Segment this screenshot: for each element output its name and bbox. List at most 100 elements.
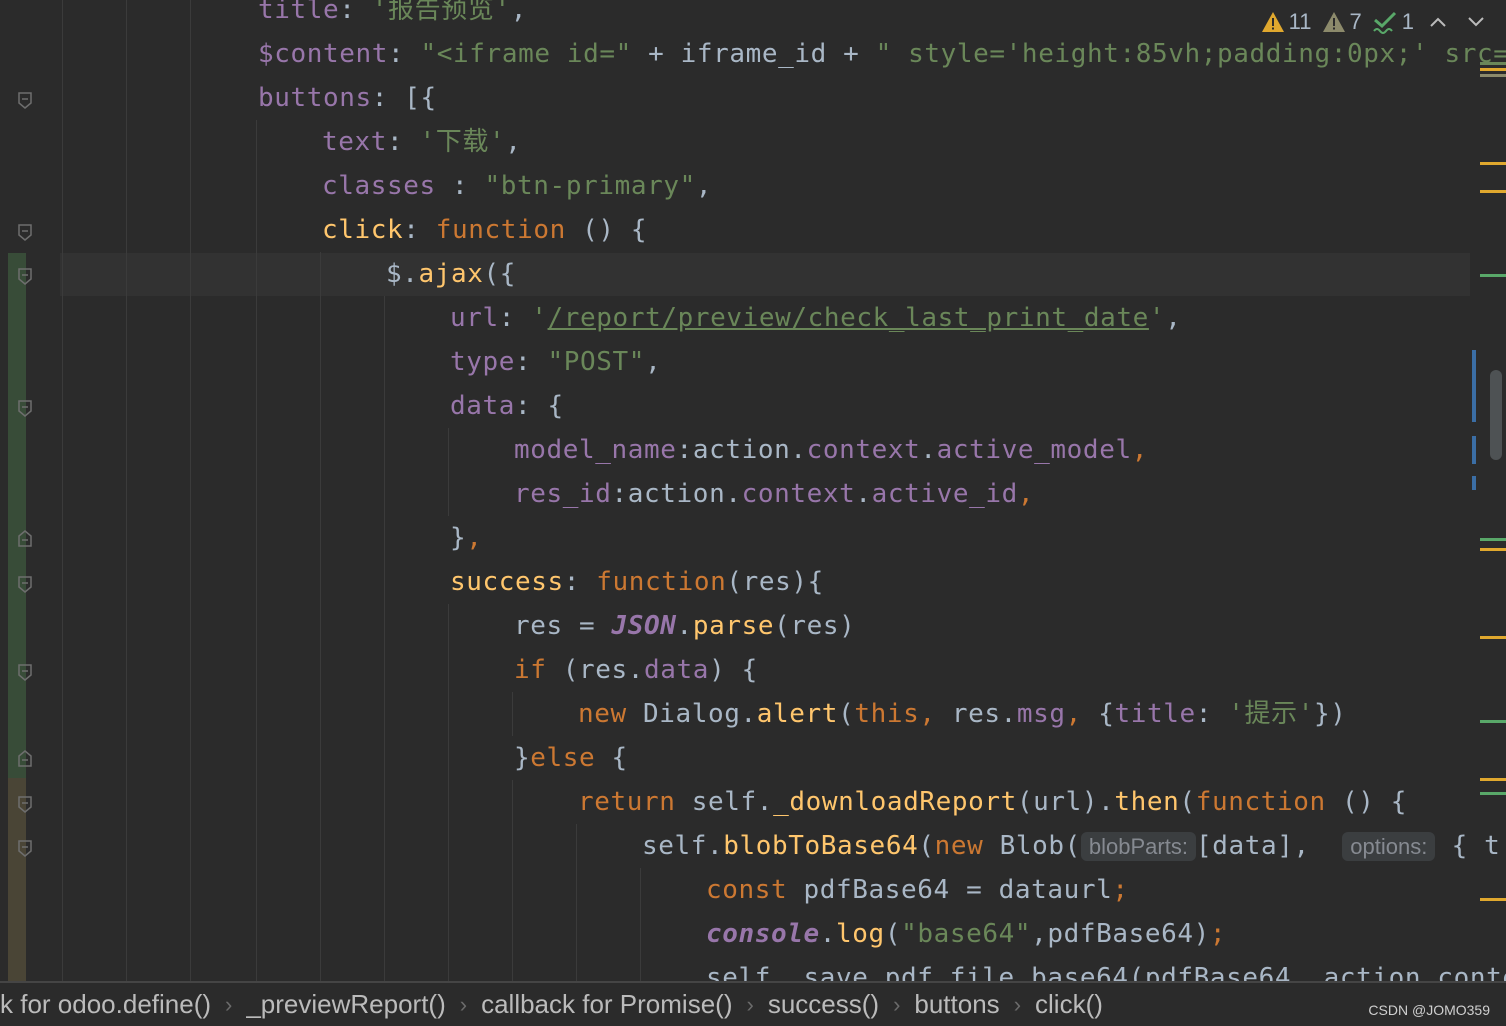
identifier: Dialog. [626, 699, 757, 729]
typos-count: 1 [1401, 9, 1414, 34]
identifier: res. [935, 699, 1017, 729]
code-line[interactable]: if (res.data) { [514, 648, 758, 692]
code-line[interactable]: res = JSON.parse(res) [514, 604, 855, 648]
property-access: data [644, 655, 710, 685]
code-line[interactable]: title: '报告预览', [258, 0, 527, 32]
string-literal: "base64" [901, 919, 1032, 949]
function-call: ajax [418, 259, 484, 289]
property-access: msg [1016, 699, 1066, 729]
code-line[interactable]: model_name:action.context.active_model, [514, 428, 1148, 472]
breadcrumb: k for odoo.define() › _previewReport() ›… [0, 981, 1506, 1026]
code-line[interactable]: data: { [450, 384, 564, 428]
breadcrumb-item[interactable]: callback for Promise() [467, 989, 746, 1020]
string-quote: ' [1148, 303, 1166, 333]
function-call: _downloadReport [773, 787, 1017, 817]
stripe-mark[interactable] [1480, 792, 1506, 795]
chevron-right-icon: › [1013, 991, 1022, 1017]
stripe-mark[interactable] [1480, 538, 1506, 541]
fold-icon[interactable] [17, 796, 33, 814]
code-line[interactable]: click: function () { [322, 208, 647, 252]
call-args: ,pdfBase64) [1031, 919, 1210, 949]
breadcrumb-item[interactable]: k for odoo.define() [0, 989, 225, 1020]
fold-icon[interactable] [17, 92, 33, 110]
indent-guide [576, 824, 577, 981]
stripe-mark[interactable] [1480, 62, 1506, 65]
string-quote: ' [531, 303, 548, 333]
code-line[interactable]: $.ajax({ [386, 252, 516, 296]
error-stripe[interactable] [1472, 40, 1506, 981]
stripe-mark[interactable] [1480, 720, 1506, 723]
typo-check-icon [1372, 11, 1396, 34]
url-link[interactable]: /report/preview/check_last_print_date [548, 303, 1149, 333]
stripe-mark[interactable] [1480, 74, 1506, 77]
editor-gutter [0, 0, 60, 981]
identifier: self. [675, 787, 774, 817]
code-line[interactable]: self._save_pdf_file_base64(pdfBase64, ac… [706, 956, 1506, 981]
stripe-mark[interactable] [1480, 548, 1506, 551]
stripe-mark[interactable] [1480, 274, 1506, 277]
code-line[interactable]: const pdfBase64 = dataurl; [706, 868, 1129, 912]
fold-icon[interactable] [17, 224, 33, 242]
next-highlight-button[interactable] [1462, 8, 1490, 36]
code-line[interactable]: self.blobToBase64(new Blob(blobParts: [da… [642, 824, 1500, 868]
code-editor[interactable]: title: '报告预览', $content: "<iframe id=" +… [0, 0, 1506, 981]
stripe-mark[interactable] [1480, 68, 1506, 71]
code-line[interactable]: buttons: [{ [258, 76, 437, 120]
code-line[interactable]: }else { [514, 736, 628, 780]
stripe-mark[interactable] [1480, 190, 1506, 193]
code-line[interactable]: }, [450, 516, 483, 560]
indent-guide [62, 0, 63, 981]
stripe-mark[interactable] [1480, 778, 1506, 781]
fold-icon[interactable] [17, 576, 33, 594]
code-line[interactable]: type: "POST", [450, 340, 661, 384]
code-line[interactable]: res_id:action.context.active_id, [514, 472, 1034, 516]
warnings-count: 7 [1349, 9, 1362, 34]
keyword: new [934, 831, 984, 861]
property-name: title [1114, 699, 1196, 729]
identifier: res = [514, 611, 612, 641]
stripe-mark[interactable] [1480, 636, 1506, 639]
code-line[interactable]: text: '下载', [322, 120, 522, 164]
vcs-change-marker[interactable] [8, 253, 26, 778]
fold-icon[interactable] [17, 268, 33, 286]
indent-guide [126, 0, 127, 981]
errors-indicator[interactable]: 11 [1261, 9, 1312, 35]
property-name: text [322, 127, 388, 157]
scrollbar-thumb[interactable] [1490, 370, 1502, 460]
stripe-mark[interactable] [1480, 162, 1506, 165]
string-literal: '下载' [419, 127, 506, 157]
breadcrumb-item[interactable]: success() [754, 989, 893, 1020]
code-line[interactable]: return self._downloadReport(url).then(fu… [578, 780, 1407, 824]
code-line[interactable]: classes : "btn-primary", [322, 164, 712, 208]
typos-indicator[interactable]: 1 [1372, 9, 1414, 35]
fold-icon[interactable] [17, 664, 33, 682]
indent-guide [448, 428, 449, 516]
breadcrumb-item[interactable]: _previewReport() [232, 989, 459, 1020]
breadcrumb-item[interactable]: click() [1021, 989, 1117, 1020]
string-literal: "btn-primary" [484, 171, 696, 201]
code-line[interactable]: console.log("base64",pdfBase64); [706, 912, 1226, 956]
fold-end-icon[interactable] [17, 529, 33, 547]
identifier: action [692, 435, 791, 465]
method-name: click [322, 215, 404, 245]
code-line[interactable]: url: '/report/preview/check_last_print_d… [450, 296, 1181, 340]
call-args: (url). [1016, 787, 1115, 817]
keyword: new [578, 699, 627, 729]
inspection-widget[interactable]: 11 7 1 [1252, 4, 1490, 40]
property-name: data [450, 391, 516, 421]
fold-icon[interactable] [17, 400, 33, 418]
method-name: success [450, 567, 564, 597]
fold-icon[interactable] [17, 840, 33, 858]
indent-guide [512, 780, 513, 981]
breadcrumb-item[interactable]: buttons [900, 989, 1013, 1020]
keyword: function [1195, 787, 1326, 817]
code-line[interactable]: success: function(res){ [450, 560, 824, 604]
warnings-indicator[interactable]: 7 [1322, 9, 1362, 35]
code-line[interactable]: new Dialog.alert(this, res.msg, {title: … [578, 692, 1346, 736]
indent-guide [448, 604, 449, 981]
previous-highlight-button[interactable] [1424, 8, 1452, 36]
property-name: type [450, 347, 516, 377]
stripe-mark[interactable] [1480, 898, 1506, 901]
fold-end-icon[interactable] [17, 749, 33, 767]
string-literal: "POST" [547, 347, 646, 377]
